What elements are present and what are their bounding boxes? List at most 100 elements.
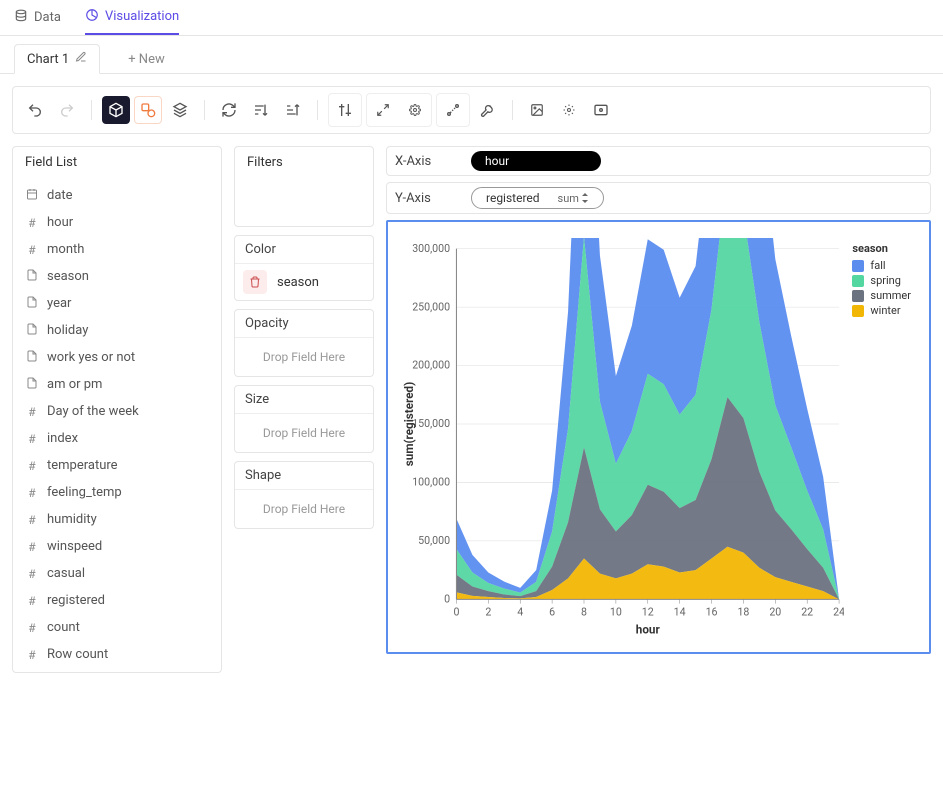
wrench-icon[interactable] <box>474 96 502 124</box>
shape-title: Shape <box>235 462 373 490</box>
new-chart-tab[interactable]: + New <box>116 46 177 73</box>
tab-data[interactable]: Data <box>14 0 61 35</box>
export-settings-icon[interactable] <box>555 96 583 124</box>
hash-icon: # <box>25 243 39 257</box>
cube-icon[interactable] <box>102 96 130 124</box>
scale-button[interactable] <box>439 96 467 124</box>
opacity-encoding[interactable]: Opacity Drop Field Here <box>234 309 374 377</box>
svg-text:250,000: 250,000 <box>412 300 450 313</box>
hash-icon: # <box>25 459 39 473</box>
filters-title: Filters <box>235 147 373 178</box>
svg-text:300,000: 300,000 <box>412 242 450 255</box>
svg-text:sum(registered): sum(registered) <box>402 382 416 466</box>
x-axis-pill[interactable]: hour <box>471 151 601 171</box>
text-icon <box>25 296 39 311</box>
swatch-icon <box>852 305 864 317</box>
x-axis-row: X-Axis hour <box>386 146 931 176</box>
field-date[interactable]: date <box>13 182 221 209</box>
svg-text:14: 14 <box>674 605 686 618</box>
field-month[interactable]: #month <box>13 236 221 263</box>
legend-item-spring[interactable]: spring <box>852 274 911 287</box>
chart-tab-label: Chart 1 <box>27 52 69 67</box>
field-index[interactable]: #index <box>13 425 221 452</box>
svg-text:150,000: 150,000 <box>412 417 450 430</box>
field-casual[interactable]: #casual <box>13 560 221 587</box>
field-feeling_temp[interactable]: #feeling_temp <box>13 479 221 506</box>
color-field: season <box>277 275 319 290</box>
hash-icon: # <box>25 594 39 608</box>
svg-text:6: 6 <box>549 605 555 618</box>
toolbar <box>12 86 931 134</box>
undo-button[interactable] <box>21 96 49 124</box>
swatch-icon <box>852 275 864 287</box>
svg-text:hour: hour <box>636 622 661 636</box>
size-drop[interactable]: Drop Field Here <box>235 414 373 452</box>
opacity-drop[interactable]: Drop Field Here <box>235 338 373 376</box>
field-winspeed[interactable]: #winspeed <box>13 533 221 560</box>
refresh-button[interactable] <box>215 96 243 124</box>
chart-canvas[interactable]: 050,000100,000150,000200,000250,000300,0… <box>386 220 931 654</box>
code-export-icon[interactable] <box>587 96 615 124</box>
svg-text:0: 0 <box>444 593 450 606</box>
hash-icon: # <box>25 540 39 554</box>
swatch-icon <box>852 290 864 302</box>
hash-icon: # <box>25 513 39 527</box>
redo-button[interactable] <box>53 96 81 124</box>
expand-button[interactable] <box>369 96 397 124</box>
field-humidity[interactable]: #humidity <box>13 506 221 533</box>
text-icon <box>25 323 39 338</box>
color-encoding[interactable]: Color season <box>234 235 374 301</box>
field-temperature[interactable]: #temperature <box>13 452 221 479</box>
svg-text:2: 2 <box>485 605 491 618</box>
settings-icon[interactable] <box>401 96 429 124</box>
svg-text:200,000: 200,000 <box>412 359 450 372</box>
field-year[interactable]: year <box>13 290 221 317</box>
y-axis-row: Y-Axis registered sum <box>386 182 931 214</box>
transpose-button[interactable] <box>331 96 359 124</box>
svg-text:10: 10 <box>610 605 622 618</box>
field-hour[interactable]: #hour <box>13 209 221 236</box>
svg-text:20: 20 <box>769 605 781 618</box>
tab-data-label: Data <box>34 10 61 25</box>
area-chart: 050,000100,000150,000200,000250,000300,0… <box>398 238 844 642</box>
calendar-icon <box>25 188 39 203</box>
y-axis-pill[interactable]: registered sum <box>471 187 604 209</box>
legend-item-summer[interactable]: summer <box>852 289 911 302</box>
hash-icon: # <box>25 486 39 500</box>
image-icon[interactable] <box>523 96 551 124</box>
chart-icon <box>85 8 99 26</box>
edit-icon[interactable] <box>75 51 87 67</box>
geom-type-button[interactable] <box>134 96 162 124</box>
svg-text:12: 12 <box>642 605 654 618</box>
x-axis-label: X-Axis <box>395 154 455 169</box>
field-work-yes-or-not[interactable]: work yes or not <box>13 344 221 371</box>
hash-icon: # <box>25 216 39 230</box>
opacity-title: Opacity <box>235 310 373 338</box>
layers-icon[interactable] <box>166 96 194 124</box>
filters-panel[interactable]: Filters <box>234 146 374 227</box>
svg-text:18: 18 <box>737 605 749 618</box>
field-list-panel: Field List date#hour#monthseasonyearholi… <box>12 146 222 673</box>
field-season[interactable]: season <box>13 263 221 290</box>
text-icon <box>25 377 39 392</box>
chart-tab-1[interactable]: Chart 1 <box>14 44 100 74</box>
remove-color-button[interactable] <box>243 270 267 294</box>
field-count[interactable]: #count <box>13 614 221 641</box>
color-title: Color <box>235 236 373 264</box>
legend-item-fall[interactable]: fall <box>852 259 911 272</box>
tab-visualization-label: Visualization <box>105 9 179 24</box>
field-Row-count[interactable]: #Row count <box>13 641 221 668</box>
svg-text:50,000: 50,000 <box>418 534 450 547</box>
field-registered[interactable]: #registered <box>13 587 221 614</box>
tab-visualization[interactable]: Visualization <box>85 0 179 35</box>
field-holiday[interactable]: holiday <box>13 317 221 344</box>
legend-item-winter[interactable]: winter <box>852 304 911 317</box>
field-am-or-pm[interactable]: am or pm <box>13 371 221 398</box>
size-encoding[interactable]: Size Drop Field Here <box>234 385 374 453</box>
shape-encoding[interactable]: Shape Drop Field Here <box>234 461 374 529</box>
aggregation-selector[interactable]: sum <box>558 192 589 205</box>
shape-drop[interactable]: Drop Field Here <box>235 490 373 528</box>
sort-desc-button[interactable] <box>279 96 307 124</box>
sort-asc-button[interactable] <box>247 96 275 124</box>
field-Day-of-the-week[interactable]: #Day of the week <box>13 398 221 425</box>
